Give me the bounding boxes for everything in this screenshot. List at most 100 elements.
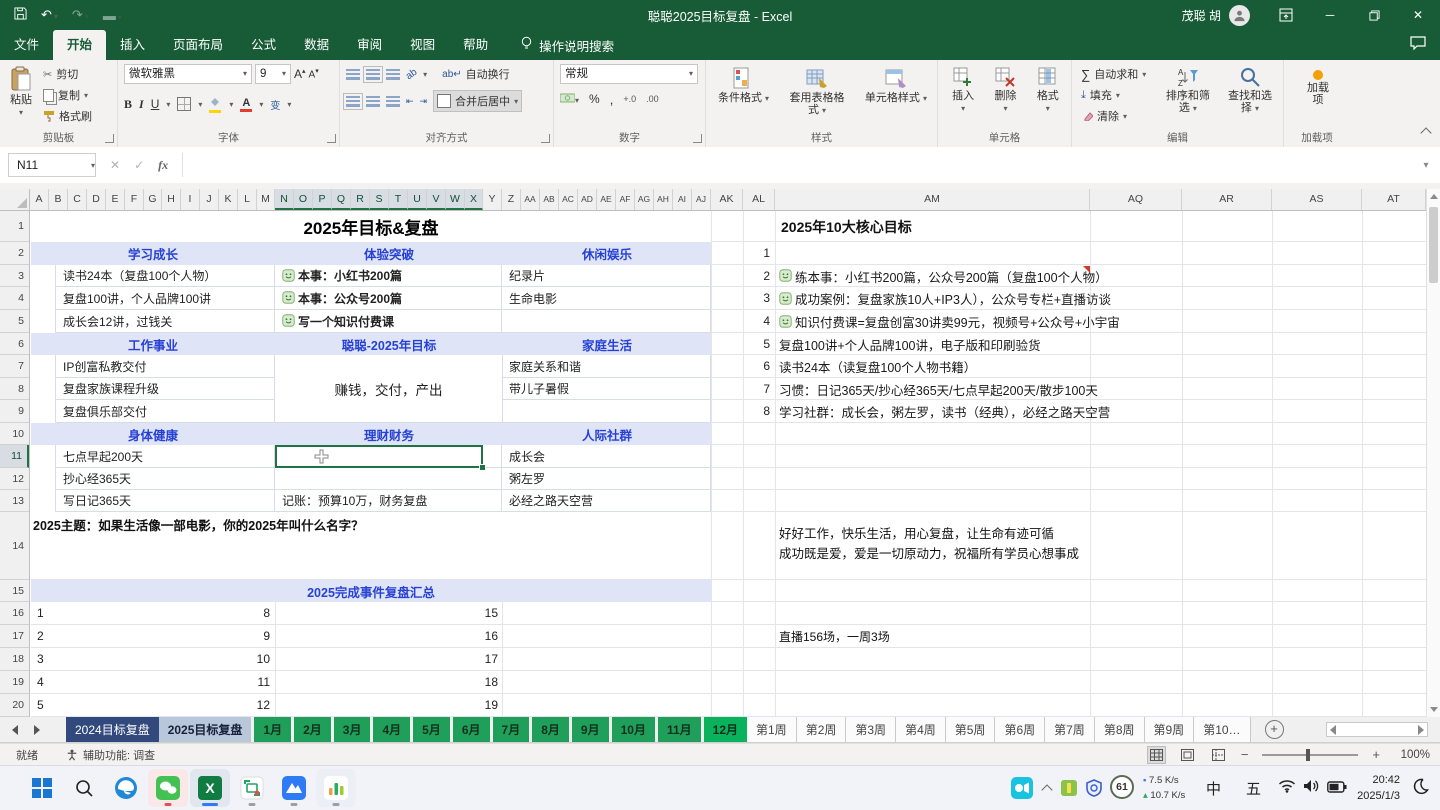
summary-cell[interactable]: 17 — [398, 648, 498, 671]
sheet-tab-3[interactable]: 2月 — [294, 717, 331, 742]
column-header-AR[interactable]: AR — [1182, 189, 1272, 210]
column-headers[interactable]: ABCDEFGHIJKLMNOPQRSTUVWXYZAAABACADAEAFAG… — [30, 189, 1426, 211]
cell[interactable]: 复盘俱乐部交付 — [55, 400, 275, 423]
clear-button[interactable]: 清除▾ — [1078, 106, 1155, 126]
column-header-J[interactable]: J — [200, 189, 219, 210]
menu-tab-7[interactable]: 视图 — [396, 30, 449, 60]
zoom-out-icon[interactable]: − — [1241, 747, 1249, 762]
column-header-R[interactable]: R — [351, 189, 370, 210]
menu-tab-8[interactable]: 帮助 — [449, 30, 502, 60]
restore-button[interactable] — [1352, 0, 1396, 30]
cell[interactable]: 本事：小红书200篇 — [275, 265, 502, 287]
column-header-T[interactable]: T — [389, 189, 408, 210]
column-header-AA[interactable]: AA — [521, 189, 540, 210]
cell[interactable]: 写日记365天 — [55, 490, 275, 512]
row-header-16[interactable]: 16 — [0, 602, 29, 625]
column-header-G[interactable]: G — [144, 189, 162, 210]
scroll-left-icon[interactable] — [1330, 725, 1336, 735]
paste-button[interactable]: 粘贴▾ — [6, 64, 36, 131]
zoom-level[interactable]: 100% — [1394, 749, 1430, 761]
column-header-Z[interactable]: Z — [502, 189, 521, 210]
bold-button[interactable]: B — [124, 97, 132, 112]
row-header-7[interactable]: 7 — [0, 355, 29, 378]
borders-icon[interactable] — [177, 97, 191, 111]
column-header-AL[interactable]: AL — [743, 189, 775, 210]
addins-button[interactable]: 加载项 — [1301, 64, 1335, 131]
menu-tab-0[interactable]: 文件 — [0, 30, 53, 60]
sheet-tab-23[interactable]: 第10… — [1194, 717, 1250, 742]
italic-button[interactable]: I — [139, 97, 144, 112]
column-header-AC[interactable]: AC — [559, 189, 578, 210]
number-dialog-launcher[interactable] — [693, 134, 702, 143]
next-sheet-icon[interactable] — [34, 725, 40, 735]
summary-cell[interactable]: 5 — [37, 694, 77, 717]
column-header-X[interactable]: X — [465, 189, 483, 210]
core-goal-text[interactable]: 成功案例：复盘家族10人+IP3人），公众号专栏+直播访谈 — [779, 287, 1111, 310]
row-header-5[interactable]: 5 — [0, 310, 29, 333]
align-left-icon[interactable] — [346, 96, 360, 107]
row-header-14[interactable]: 14 — [0, 512, 29, 580]
insert-function-icon[interactable]: fx — [158, 158, 168, 173]
column-header-AE[interactable]: AE — [597, 189, 616, 210]
column-header-F[interactable]: F — [125, 189, 144, 210]
theme-question[interactable]: 2025主题：如果生活像一部电影，你的2025年叫什么名字？ — [33, 515, 364, 534]
merge-center-button[interactable]: 合并后居中▾ — [433, 90, 522, 112]
meeting-app-icon[interactable] — [274, 769, 314, 807]
motto-line[interactable]: 成功既是爱，爱是一切原动力，祝福所有学员心想事成 — [779, 543, 1079, 562]
increase-decimal-icon[interactable]: +.0 — [623, 94, 636, 104]
excel-icon[interactable]: X — [190, 769, 230, 807]
summary-cell[interactable]: 15 — [398, 602, 498, 625]
summary-cell[interactable]: 3 — [37, 648, 77, 671]
column-header-AF[interactable]: AF — [616, 189, 635, 210]
enter-icon[interactable]: ✓ — [134, 158, 144, 172]
user-name[interactable]: 茂聪 胡 — [1182, 7, 1221, 24]
kuaishou-tray-icon[interactable] — [1005, 769, 1039, 807]
sheet-tab-11[interactable]: 10月 — [612, 717, 655, 742]
format-painter-button[interactable]: 格式刷 — [40, 106, 95, 126]
sheet-tab-6[interactable]: 5月 — [413, 717, 450, 742]
column-header-V[interactable]: V — [427, 189, 446, 210]
cancel-icon[interactable]: ✕ — [110, 158, 120, 172]
sheet-tab-20[interactable]: 第7周 — [1045, 717, 1095, 742]
cell[interactable]: 抄心经365天 — [55, 468, 275, 490]
summary-cell[interactable]: 18 — [398, 671, 498, 694]
cell[interactable] — [502, 310, 711, 333]
core-goal-number[interactable]: 5 — [743, 333, 770, 355]
vertical-scroll-thumb[interactable] — [1429, 207, 1438, 283]
column-header-AQ[interactable]: AQ — [1090, 189, 1182, 210]
sheet-tab-14[interactable]: 第1周 — [747, 717, 797, 742]
menu-tab-2[interactable]: 插入 — [106, 30, 159, 60]
live-note[interactable]: 直播156场，一周3场 — [779, 628, 890, 645]
accessibility-status[interactable]: 辅助功能: 调查 — [66, 747, 155, 763]
scroll-right-icon[interactable] — [1418, 725, 1424, 735]
orientation-icon[interactable]: ab — [404, 66, 419, 81]
cell[interactable]: 必经之路天空营 — [502, 490, 711, 512]
vertical-scrollbar[interactable] — [1426, 189, 1440, 717]
column-header-Q[interactable]: Q — [332, 189, 351, 210]
column-header-C[interactable]: C — [68, 189, 87, 210]
summary-cell[interactable]: 12 — [170, 694, 270, 717]
cell[interactable]: 成长会12讲，过钱关 — [55, 310, 275, 333]
sort-filter-button[interactable]: AZ 排序和筛选 ▾ — [1159, 64, 1217, 131]
row-header-3[interactable]: 3 — [0, 265, 29, 287]
motto-line[interactable]: 好好工作，快乐生活，用心复盘，让生命有迹可循 — [779, 523, 1054, 542]
column-header-AD[interactable]: AD — [578, 189, 597, 210]
copy-button[interactable]: 复制▾ — [40, 85, 95, 105]
wifi-icon[interactable] — [1278, 779, 1296, 798]
sheet-tab-8[interactable]: 7月 — [493, 717, 530, 742]
percent-icon[interactable]: % — [589, 92, 600, 106]
clock[interactable]: 20:42 2025/1/3 — [1357, 772, 1400, 804]
row-header-13[interactable]: 13 — [0, 490, 29, 512]
tell-me-search[interactable]: 操作说明搜索 — [520, 30, 614, 60]
sheet-tab-19[interactable]: 第6周 — [995, 717, 1045, 742]
wrap-text-button[interactable]: ab↵自动换行 — [439, 64, 513, 84]
alignment-dialog-launcher[interactable] — [541, 134, 550, 143]
row-header-20[interactable]: 20 — [0, 694, 29, 717]
column-header-AI[interactable]: AI — [673, 189, 692, 210]
decrease-decimal-icon[interactable]: .00 — [646, 94, 659, 104]
row-header-9[interactable]: 9 — [0, 400, 29, 423]
column-header-E[interactable]: E — [106, 189, 125, 210]
merged-cell[interactable]: 赚钱，交付，产出 — [275, 355, 503, 423]
row-header-12[interactable]: 12 — [0, 468, 29, 490]
cell[interactable]: 复盘家族课程升级 — [55, 378, 275, 400]
